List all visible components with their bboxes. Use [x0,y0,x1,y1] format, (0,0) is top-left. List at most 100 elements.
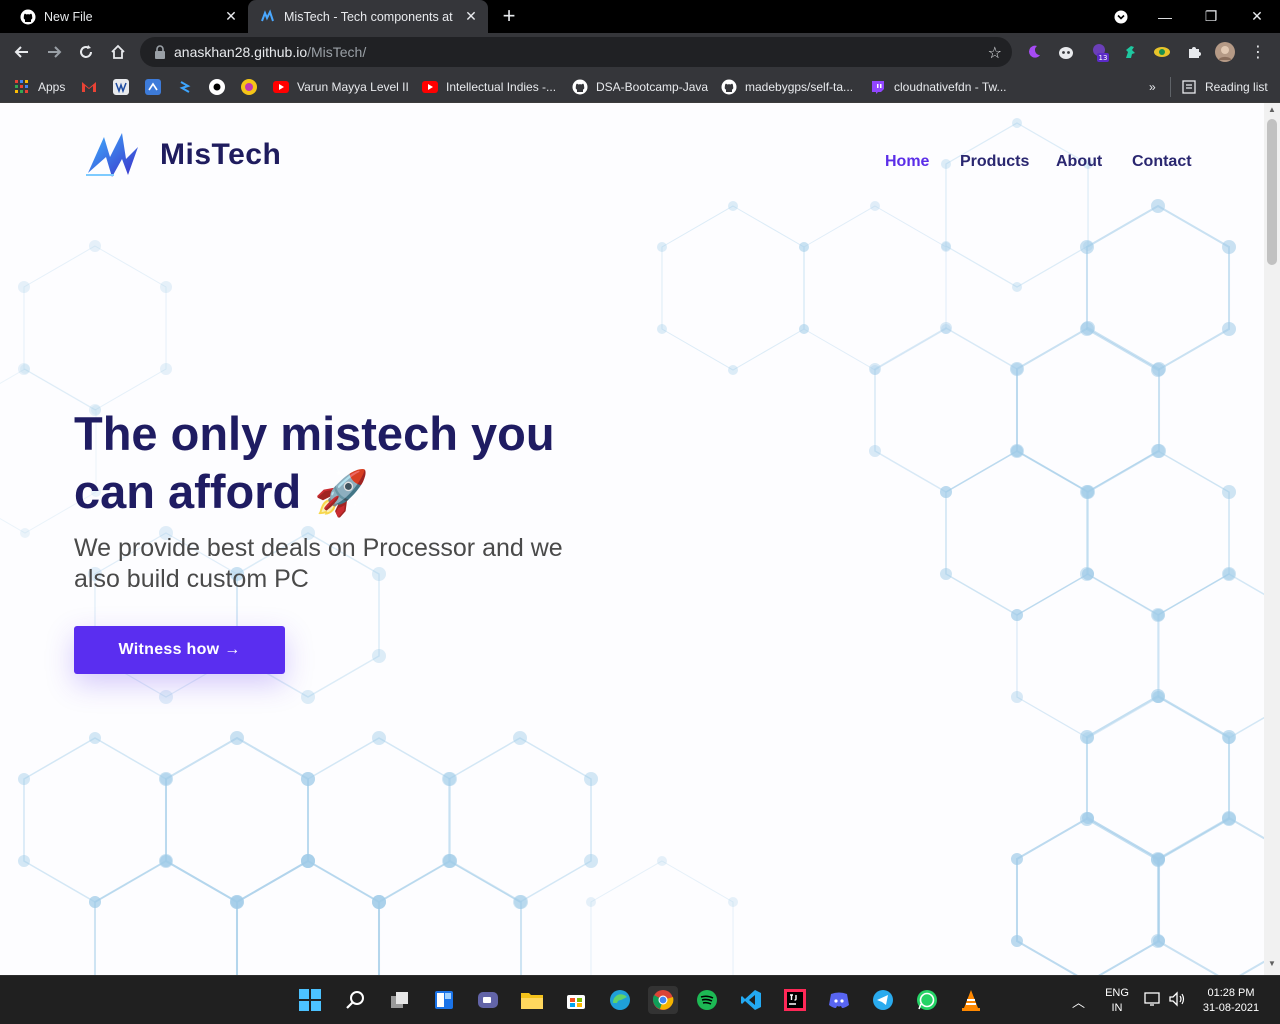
clock-time: 01:28 PM [1207,987,1255,999]
reload-icon[interactable] [74,40,98,64]
nav-products[interactable]: Products [960,153,1029,171]
bookmark-3[interactable] [145,77,169,97]
bookmark-icon [113,79,129,95]
bookmark-4[interactable] [177,77,201,97]
ghost-extension-icon[interactable] [1056,42,1076,62]
brand-name: MisTech [160,138,282,171]
nav-contact[interactable]: Contact [1132,153,1192,171]
lock-icon [155,45,165,59]
badge-extension-icon[interactable]: 13 [1090,42,1110,62]
task-view-icon[interactable] [386,986,414,1014]
back-icon[interactable] [10,40,34,64]
avatar[interactable] [1215,42,1235,62]
witness-how-button[interactable]: Witness how → [74,626,285,674]
mistech-logo-icon [86,133,138,177]
vlc-icon[interactable] [957,986,985,1014]
close-icon[interactable]: ✕ [224,9,238,23]
widgets-icon[interactable] [430,986,458,1014]
bookmarks-bar: Apps Varun Mayya Level II Intellectual I… [0,71,1280,103]
bookmark-2[interactable] [113,77,137,97]
discord-icon[interactable] [825,986,853,1014]
start-icon[interactable] [296,986,324,1014]
bookmark-icon [145,79,161,95]
tab-search-icon[interactable] [1098,0,1144,33]
hero-subtitle: We provide best deals on Processor and w… [74,534,563,593]
microsoft-store-icon[interactable] [562,986,590,1014]
bookmark-madebygps[interactable]: madebygps/self-ta... [721,77,853,97]
edge-icon[interactable] [606,986,634,1014]
minimize-icon[interactable]: — [1142,0,1188,33]
intellij-icon[interactable] [781,986,809,1014]
page-scrollbar[interactable]: ▲ ▼ [1264,103,1280,975]
github-icon [721,79,737,95]
bookmark-intellectual[interactable]: Intellectual Indies -... [422,77,556,97]
telegram-icon[interactable] [869,986,897,1014]
github-icon [572,79,588,95]
hero-title: The only mistech you can afford 🚀 [74,405,634,523]
search-icon[interactable] [341,986,369,1014]
restore-icon[interactable]: ❐ [1188,0,1234,33]
bookmark-gmail[interactable] [81,77,105,97]
network-icon[interactable] [1144,991,1162,1010]
tray-chevron-icon[interactable]: ︿ [1072,992,1085,1011]
url-domain: anaskhan28.github.io [174,44,308,60]
address-bar[interactable]: anaskhan28.github.io/MisTech/ ☆ [140,37,1012,67]
twitch-icon [870,79,886,95]
bookmark-6[interactable] [241,77,265,97]
chrome-icon[interactable] [648,986,678,1014]
reading-list-button[interactable]: Reading list [1170,77,1268,97]
file-explorer-icon[interactable] [518,986,546,1014]
scroll-up-icon[interactable]: ▲ [1264,105,1280,119]
windows-taskbar: ︿ ENG IN 01:28 PM 31-08-2021 [0,975,1280,1024]
whatsapp-icon[interactable] [913,986,941,1014]
nav-home[interactable]: Home [885,153,929,171]
site-logo[interactable]: MisTech [84,129,281,181]
tab-mistech[interactable]: MisTech - Tech components at it's ✕ [248,0,488,33]
vscode-icon[interactable] [737,986,765,1014]
bookmark-label: DSA-Bootcamp-Java [596,80,709,94]
cta-label: Witness how [118,641,220,658]
moon-extension-icon[interactable] [1024,42,1044,62]
rocket-icon: 🚀 [314,469,370,518]
volume-icon[interactable] [1168,991,1186,1010]
browser-toolbar: anaskhan28.github.io/MisTech/ ☆ 13 ⋮ [0,33,1280,71]
bookmark-dsa[interactable]: DSA-Bootcamp-Java [572,77,708,97]
home-icon[interactable] [106,40,130,64]
bookmark-label: Varun Mayya Level II [297,80,409,94]
bookmark-cloudnative[interactable]: cloudnativefdn - Tw... [870,77,1007,97]
bookmarks-overflow-button[interactable]: » [1149,77,1156,97]
scrollbar-thumb[interactable] [1267,119,1277,265]
bookmark-icon [241,79,257,95]
color-extension-icon[interactable] [1152,42,1172,62]
web-page: MisTech Home Products About Contact The … [0,103,1264,975]
lang-line2: IN [1111,1002,1123,1014]
dino-extension-icon[interactable] [1120,42,1140,62]
bookmark-apps[interactable]: Apps [14,77,65,97]
forward-icon[interactable] [42,40,66,64]
bookmark-label: cloudnativefdn - Tw... [894,80,1007,94]
teams-chat-icon[interactable] [474,986,502,1014]
nav-about[interactable]: About [1056,153,1102,171]
spotify-icon[interactable] [693,986,721,1014]
new-tab-button[interactable]: + [498,5,520,28]
puzzle-extensions-icon[interactable] [1184,42,1204,62]
bookmark-icon [209,79,225,95]
tab-title: MisTech - Tech components at it's [284,9,454,24]
reading-list-label: Reading list [1205,80,1268,94]
scroll-down-icon[interactable]: ▼ [1264,959,1280,973]
github-icon [20,9,36,25]
bookmark-star-icon[interactable]: ☆ [988,43,1002,63]
youtube-icon [273,79,289,95]
language-indicator[interactable]: ENG IN [1102,986,1132,1016]
clock[interactable]: 01:28 PM 31-08-2021 [1196,986,1266,1016]
clock-date: 31-08-2021 [1202,1002,1260,1014]
bookmark-label: madebygps/self-ta... [745,80,854,94]
bookmark-varun[interactable]: Varun Mayya Level II [273,77,409,97]
bookmark-5[interactable] [209,77,233,97]
gmail-icon [81,79,97,95]
reading-list-icon [1181,79,1197,95]
tab-new-file[interactable]: New File ✕ [0,0,248,33]
close-icon[interactable]: ✕ [464,9,478,23]
menu-kebab-icon[interactable]: ⋮ [1248,42,1268,62]
close-window-icon[interactable]: ✕ [1234,0,1280,33]
